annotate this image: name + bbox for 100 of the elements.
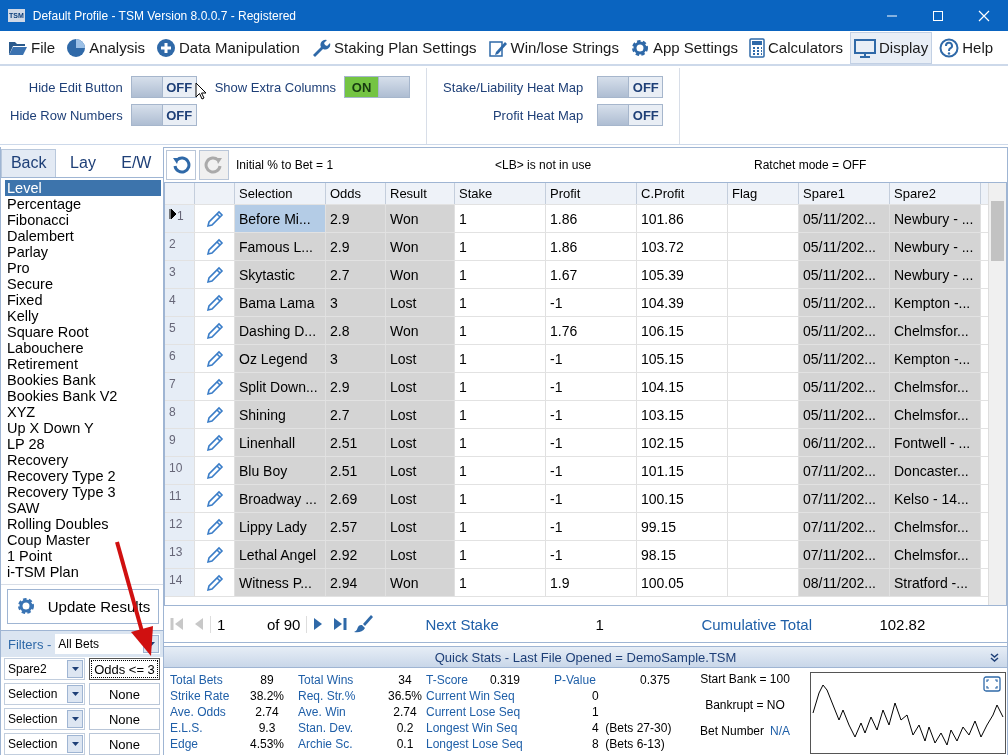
toggle-switch[interactable]: OFF [597,76,664,98]
plan-item[interactable]: Level [5,179,161,196]
pencil-icon[interactable] [204,516,225,537]
menu-item[interactable]: Display [850,31,933,64]
menu-item[interactable]: App Settings [625,31,742,64]
plan-item[interactable]: Dalembert [5,227,161,244]
plan-item[interactable]: LP 28 [5,435,161,452]
record-position: 1 [210,615,267,633]
column-header[interactable]: C.Profit [637,183,728,204]
filter-field-dropdown[interactable]: Selection [4,708,85,730]
expand-icon[interactable] [983,676,1001,692]
table-cell: Lost [386,457,455,484]
plan-item[interactable]: XYZ [5,403,161,420]
next-stake-value: 1 [595,615,605,633]
plan-item[interactable]: i-TSM Plan [5,563,161,580]
pencil-icon[interactable] [204,348,225,369]
plan-item[interactable]: Coup Master [5,531,161,548]
filter-condition-button[interactable]: None [89,708,160,730]
folder-icon [8,39,28,56]
table-cell: Before Mi... [235,205,326,232]
toggle-switch[interactable]: OFF [597,104,664,126]
plus-icon [156,37,177,58]
collapse-chevron-icon[interactable] [990,653,999,662]
menu-item[interactable]: Analysis [62,31,150,64]
table-cell: 106.15 [637,317,728,344]
table-cell: 1 [455,541,546,568]
settings-icon [629,37,650,58]
table-cell: Lost [386,401,455,428]
plan-item[interactable]: Rolling Doubles [5,515,161,532]
plan-item[interactable]: Square Root [5,323,161,340]
table-cell: 101.86 [637,205,728,232]
menu-item[interactable]: Help [935,31,998,64]
pencil-icon[interactable] [204,404,225,425]
brush-icon[interactable] [353,614,374,634]
column-header[interactable]: Spare2 [890,183,981,204]
pencil-icon[interactable] [204,572,225,593]
plan-item[interactable]: Retirement [5,355,161,372]
plan-item[interactable]: Recovery Type 3 [5,483,161,500]
plan-item[interactable]: Parlay [5,243,161,260]
filter-field-dropdown[interactable]: Selection [4,733,85,755]
column-header[interactable]: Result [386,183,455,204]
plan-item[interactable]: Fibonacci [5,211,161,228]
toggle-switch[interactable]: OFF [130,76,197,98]
pencil-icon[interactable] [204,292,225,313]
menu-item[interactable]: Win/lose Strings [483,31,623,64]
plan-item[interactable]: Pro [5,259,161,276]
table-cell: Dashing D... [235,317,326,344]
column-header[interactable]: Selection [235,183,326,204]
table-cell: -1 [546,513,637,540]
column-header[interactable]: Odds [326,183,386,204]
plan-item[interactable]: Labouchere [5,339,161,356]
skip-to-end-icon [333,616,348,632]
column-header[interactable]: Spare1 [799,183,890,204]
plan-item[interactable]: Bookies Bank [5,371,161,388]
column-header[interactable]: Profit [546,183,637,204]
close-icon[interactable] [978,9,990,22]
filter-condition-button[interactable]: None [89,683,160,705]
plan-item[interactable]: Kelly [5,307,161,324]
pencil-icon[interactable] [204,460,225,481]
pencil-icon[interactable] [204,544,225,565]
table-cell: 3 [326,289,386,316]
pencil-icon[interactable] [204,264,225,285]
plan-tab[interactable]: Back [1,149,57,177]
table-cell: Broadway ... [235,485,326,512]
monitor-icon [854,37,876,58]
plan-item[interactable]: Bookies Bank V2 [5,387,161,404]
plan-item[interactable]: Recovery [5,451,161,468]
menu-item[interactable]: Calculators [745,31,847,64]
filter-field-dropdown[interactable]: Selection [4,683,85,705]
menu-item[interactable]: Staking Plan Settings [306,31,481,64]
info-text: Ratchet mode = OFF [754,158,867,172]
toggle-switch[interactable]: OFF [130,104,197,126]
plan-item[interactable]: Percentage [5,195,161,212]
pencil-icon[interactable] [204,236,225,257]
table-cell: -1 [546,457,637,484]
column-header[interactable]: Flag [728,183,799,204]
plan-item[interactable]: Up X Down Y [5,419,161,436]
pencil-icon[interactable] [204,320,225,341]
pencil-icon[interactable] [204,376,225,397]
toggle-switch[interactable]: ON [344,76,411,98]
pencil-icon[interactable] [204,488,225,509]
column-header[interactable]: Stake [455,183,546,204]
menu-item[interactable]: Data Manipulation [152,31,304,64]
menu-item[interactable]: File [4,31,60,64]
plan-item[interactable]: Fixed [5,291,161,308]
stat-value: 36.5% [387,689,423,703]
pencil-icon[interactable] [204,208,225,229]
pencil-icon[interactable] [204,432,225,453]
plan-item[interactable]: 1 Point [5,547,161,564]
filter-field-dropdown[interactable]: Spare2 [4,658,85,680]
plan-item[interactable]: SAW [5,499,161,516]
plan-item[interactable]: Secure [5,275,161,292]
filter-condition-button[interactable]: None [89,733,160,755]
maximize-icon[interactable] [932,9,944,22]
table-cell: Kelso - 14... [890,485,981,512]
table-cell: 2.51 [326,457,386,484]
undo-button[interactable] [166,150,196,180]
filter-condition-button[interactable]: Odds <= 3 [89,658,160,680]
vertical-scrollbar[interactable] [988,183,1006,605]
plan-item[interactable]: Recovery Type 2 [5,467,161,484]
